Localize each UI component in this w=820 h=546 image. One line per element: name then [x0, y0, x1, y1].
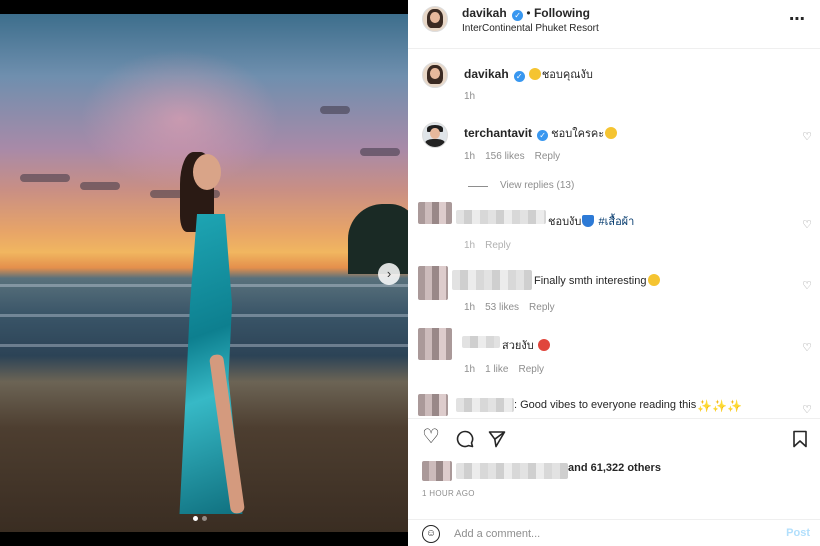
author-username[interactable]: davikah — [462, 6, 507, 20]
comment-3: Finally smth interesting — [534, 274, 661, 287]
like-comment-icon[interactable]: ♡ — [802, 130, 812, 143]
comment-likes[interactable]: 53 likes — [485, 302, 519, 313]
post-photo — [0, 14, 408, 532]
emoji-icon — [528, 68, 541, 80]
comments-list: davikah ✓ ชอบคุณงับ 1h terchantavit ✓ ชอ… — [408, 50, 820, 418]
blurred-avatar — [418, 202, 452, 224]
caption-text: ชอบคุณงับ — [541, 69, 593, 81]
reply-button[interactable]: Reply — [535, 151, 561, 162]
carousel-dots — [193, 516, 207, 521]
comment-time: 1h — [464, 302, 476, 313]
like-comment-icon[interactable]: ♡ — [802, 279, 812, 292]
comment-2-meta: 1h Reply — [464, 240, 521, 251]
add-comment-bar: ☺ Post — [408, 519, 820, 546]
blurred-username — [456, 398, 514, 412]
post-actions: ♡ — [408, 418, 820, 458]
reply-button[interactable]: Reply — [518, 364, 544, 375]
comment-5: : Good vibes to everyone reading this✨✨✨ — [514, 399, 743, 413]
comment-4: สวยงับ — [502, 336, 551, 354]
emoji-icon — [647, 274, 660, 286]
reply-button[interactable]: Reply — [529, 302, 555, 313]
verified-icon: ✓ — [537, 130, 549, 141]
caption-username[interactable]: davikah — [464, 67, 509, 81]
comment-time: 1h — [464, 240, 476, 251]
comment-text: Finally smth interesting — [534, 275, 647, 287]
following-button[interactable]: Following — [534, 6, 590, 20]
post-timestamp: 1 HOUR AGO — [422, 489, 475, 498]
emoji-picker-icon[interactable]: ☺ — [422, 525, 440, 543]
verified-icon: ✓ — [513, 71, 525, 82]
heart-icon[interactable]: ♡ — [422, 427, 440, 447]
caption-avatar[interactable] — [422, 62, 448, 88]
view-replies-line — [468, 186, 488, 187]
comment-username[interactable]: terchantavit — [464, 126, 532, 140]
comment-avatar[interactable] — [422, 122, 448, 148]
post-details-panel: davikah ✓ • Following InterContinental P… — [408, 0, 820, 546]
emoji-icon — [537, 339, 550, 351]
sparkle-icon: ✨✨✨ — [697, 399, 743, 413]
like-comment-icon[interactable]: ♡ — [802, 403, 812, 416]
comment-text: ชอบงับ — [548, 216, 582, 228]
post-header: davikah ✓ • Following InterContinental P… — [408, 0, 820, 49]
carousel-dot-2 — [202, 516, 207, 521]
author-avatar[interactable] — [422, 6, 448, 32]
comment-likes[interactable]: 1 like — [485, 364, 508, 375]
comment-text: ชอบใครคะ — [551, 128, 605, 140]
comment-input[interactable] — [454, 525, 774, 543]
caption: davikah ✓ ชอบคุณงับ — [464, 65, 593, 83]
comment-likes[interactable]: 156 likes — [485, 151, 524, 162]
carousel-dot-1 — [193, 516, 198, 521]
comment-1: terchantavit ✓ ชอบใครคะ — [464, 124, 618, 142]
emoji-icon — [605, 127, 618, 139]
blurred-username — [462, 336, 500, 348]
like-comment-icon[interactable]: ♡ — [802, 218, 812, 231]
next-image-button[interactable]: › — [378, 263, 400, 285]
location-link[interactable]: InterContinental Phuket Resort — [462, 23, 599, 34]
blurred-avatar — [418, 328, 452, 360]
blurred-liker-name — [456, 463, 568, 479]
blurred-username — [452, 270, 532, 290]
likes-count[interactable]: and 61,322 others — [568, 462, 661, 474]
comment-1-meta: 1h 156 likes Reply — [464, 151, 570, 162]
model-figure — [168, 152, 258, 524]
share-icon[interactable] — [488, 430, 506, 448]
hashtag-link[interactable]: #เสื้อผ้า — [598, 216, 634, 228]
comment-time: 1h — [464, 364, 476, 375]
blurred-avatar — [418, 394, 448, 416]
post-media: › — [0, 0, 408, 546]
header-separator: • — [526, 6, 531, 20]
blurred-avatar — [418, 266, 448, 300]
comment-icon[interactable] — [456, 430, 474, 448]
blurred-username — [456, 210, 546, 224]
reply-button[interactable]: Reply — [485, 240, 511, 251]
blurred-likers-avatars — [422, 461, 452, 481]
caption-time: 1h — [464, 91, 476, 102]
post-button[interactable]: Post — [786, 527, 810, 539]
comment-3-meta: 1h 53 likes Reply — [464, 302, 565, 313]
more-icon[interactable]: ⋯ — [789, 9, 806, 29]
blue-heart-icon — [582, 215, 595, 227]
comment-time: 1h — [464, 151, 476, 162]
comment-text: : Good vibes to everyone reading this — [514, 399, 697, 411]
view-replies-button[interactable]: View replies (13) — [500, 180, 574, 191]
comment-2: ชอบงับ #เสื้อผ้า — [548, 212, 634, 230]
verified-icon: ✓ — [512, 10, 524, 21]
bookmark-icon[interactable] — [792, 430, 808, 448]
comment-text: สวยงับ — [502, 340, 534, 352]
like-comment-icon[interactable]: ♡ — [802, 341, 812, 354]
comment-4-meta: 1h 1 like Reply — [464, 364, 554, 375]
